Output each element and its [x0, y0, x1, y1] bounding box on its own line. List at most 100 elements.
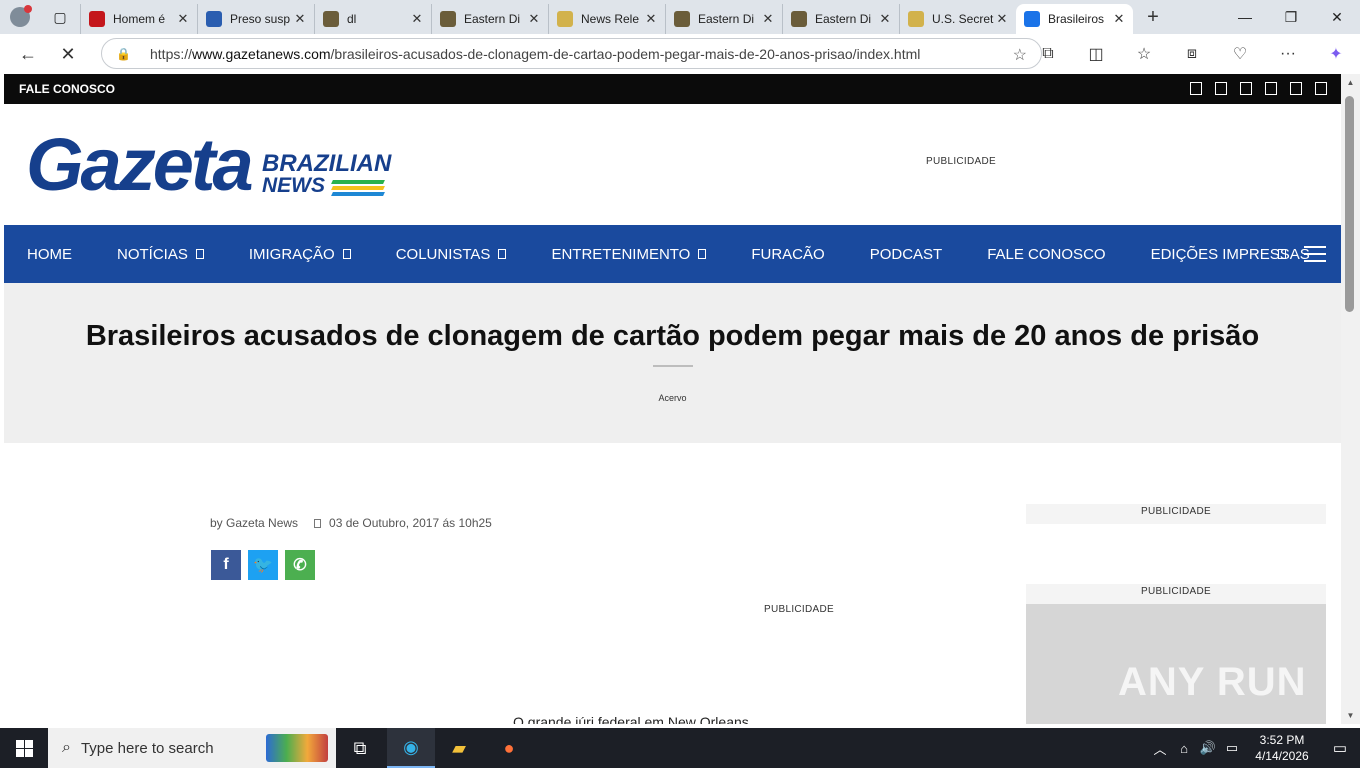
facebook-icon[interactable] [1190, 82, 1202, 95]
browser-tab[interactable]: Eastern Di ✕ [665, 4, 782, 34]
nav-item-home[interactable]: HOME [27, 246, 72, 263]
tab-close-icon[interactable]: ✕ [877, 11, 893, 27]
header-ad-label: PUBLICIDADE [926, 156, 996, 167]
inline-ad-label: PUBLICIDADE [764, 604, 834, 615]
tab-list: Homem é ✕ Preso susp ✕ dl ✕ Eastern Di ✕ News Re… [80, 0, 1133, 34]
tab-actions-button[interactable]: ▢ [40, 0, 80, 34]
title-divider [653, 365, 693, 367]
display-icon[interactable]: ▭ [1220, 740, 1244, 756]
nav-item-notícias[interactable]: NOTÍCIAS [117, 246, 204, 263]
browser-tab[interactable]: Homem é ✕ [80, 4, 197, 34]
tab-close-icon[interactable]: ✕ [643, 11, 659, 27]
article-date: 03 de Outubro, 2017 ás 10h25 [329, 516, 492, 530]
doj-seal-icon [674, 11, 690, 27]
browser-tab[interactable]: U.S. Secret ✕ [899, 4, 1016, 34]
browser-tab[interactable]: Brasileiros ✕ [1016, 4, 1133, 34]
hamburger-menu-icon[interactable] [1304, 246, 1326, 262]
taskbar-search[interactable]: ⌕ Type here to search [48, 728, 336, 768]
firefox-button[interactable]: ● [485, 728, 533, 768]
scrollbar-thumb[interactable] [1345, 96, 1354, 312]
nav-item-podcast[interactable]: PODCAST [870, 246, 943, 263]
restore-icon: ❐ [1284, 8, 1298, 25]
nav-item-entretenimento[interactable]: ENTRETENIMENTO [551, 245, 707, 263]
task-view-button[interactable]: ⧉ [336, 728, 384, 768]
scroll-down-icon[interactable]: ▼ [1341, 711, 1360, 720]
firefox-icon: ● [503, 737, 515, 758]
browser-tab[interactable]: dl ✕ [314, 4, 431, 34]
favorites-button[interactable]: ☆ [1120, 44, 1168, 64]
tab-title: News Rele [581, 12, 640, 26]
logo-main-text: Gazeta [26, 123, 254, 206]
restore-button[interactable]: ❐ [1268, 0, 1314, 34]
star-badge-icon [908, 11, 924, 27]
copilot-icon: ✦ [1329, 46, 1343, 63]
chevron-up-icon[interactable]: ︿ [1148, 739, 1172, 758]
browser-tab[interactable]: Eastern Di ✕ [782, 4, 899, 34]
browser-tab[interactable]: News Rele ✕ [548, 4, 665, 34]
collections-button[interactable]: ⧈ [1168, 45, 1216, 63]
edge-icon: ◉ [403, 736, 419, 757]
nav-item-fale-conosco[interactable]: FALE CONOSCO [987, 246, 1105, 263]
network-icon[interactable]: ⌂ [1172, 741, 1196, 756]
minimize-button[interactable]: — [1222, 0, 1268, 34]
twitter-icon[interactable] [1215, 82, 1227, 95]
tab-title: dl [347, 12, 357, 26]
volume-icon[interactable]: 🔊 [1196, 740, 1220, 756]
whatsapp-icon[interactable] [1315, 82, 1327, 95]
edge-taskbar-button[interactable]: ◉ [387, 728, 435, 768]
share-twitter-button[interactable]: 🐦 [248, 550, 278, 580]
settings-menu-button[interactable]: ··· [1264, 45, 1312, 63]
new-tab-button[interactable]: + [1133, 6, 1173, 29]
address-bar[interactable]: 🔒 https://www.gazetanews.com/brasileiros… [101, 38, 1042, 69]
linkedin-icon[interactable] [1290, 82, 1302, 95]
file-explorer-button[interactable]: ▰ [435, 728, 483, 768]
nav-item-colunistas[interactable]: COLUNISTAS [396, 246, 507, 263]
article-category[interactable]: Acervo [4, 393, 1341, 403]
tab-close-icon[interactable]: ✕ [1111, 11, 1127, 27]
notifications-icon[interactable]: ▭ [1320, 739, 1360, 757]
copilot-button[interactable]: ✦ [1312, 44, 1360, 64]
whatsapp-icon: ✆ [293, 557, 307, 574]
tab-close-icon[interactable]: ✕ [526, 11, 542, 27]
browser-essentials-button[interactable]: ♡ [1216, 44, 1264, 64]
tab-title: Homem é [113, 12, 166, 26]
clock-time: 3:52 PM [1259, 733, 1305, 747]
back-button[interactable]: ← [8, 34, 48, 74]
close-window-button[interactable]: ✕ [1314, 0, 1360, 34]
extensions-button[interactable]: ⧉ [1024, 45, 1072, 63]
scroll-up-icon[interactable]: ▲ [1341, 78, 1360, 87]
nav-item-furacão[interactable]: FURACÃO [751, 246, 824, 263]
heart-pulse-icon: ♡ [1232, 46, 1248, 63]
tab-close-icon[interactable]: ✕ [175, 11, 191, 27]
share-facebook-button[interactable]: f [211, 550, 241, 580]
tab-close-icon[interactable]: ✕ [994, 11, 1010, 27]
sidebar-ad-box[interactable]: ANY RUN [1026, 604, 1326, 724]
nav-item-label: ENTRETENIMENTO [551, 245, 691, 263]
split-screen-icon: ◫ [1088, 46, 1104, 63]
search-icon: ⌕ [62, 739, 71, 756]
windows-taskbar: ⌕ Type here to search ⧉ ◉ ▰ ● ︿ ⌂ 🔊 ▭ 3:… [0, 728, 1360, 768]
tab-close-icon[interactable]: ✕ [292, 11, 308, 27]
dropdown-caret-icon [698, 249, 707, 259]
site-info-icon[interactable]: 🔒 [116, 47, 131, 61]
page-scrollbar[interactable]: ▲ ▼ [1341, 74, 1360, 724]
instagram-icon[interactable] [1240, 82, 1252, 95]
nav-item-imigração[interactable]: IMIGRAÇÃO [249, 246, 351, 263]
web-page: FALE CONOSCO Gazeta BRAZILIAN NEWS PUBLI… [4, 74, 1341, 724]
start-button[interactable] [0, 728, 48, 768]
system-clock[interactable]: 3:52 PM 4/14/2026 [1244, 732, 1320, 764]
youtube-icon[interactable] [1265, 82, 1277, 95]
profile-button[interactable] [0, 0, 40, 34]
site-logo[interactable]: Gazeta BRAZILIAN NEWS [26, 123, 391, 206]
browser-tab[interactable]: Preso susp ✕ [197, 4, 314, 34]
dropdown-caret-icon[interactable] [1278, 249, 1286, 259]
tab-close-icon[interactable]: ✕ [409, 11, 425, 27]
stop-loading-button[interactable]: ✕ [48, 34, 88, 74]
share-whatsapp-button[interactable]: ✆ [285, 550, 315, 580]
tab-close-icon[interactable]: ✕ [760, 11, 776, 27]
stop-icon: ✕ [60, 43, 76, 64]
topbar-contact-link[interactable]: FALE CONOSCO [19, 82, 115, 96]
split-screen-button[interactable]: ◫ [1072, 44, 1120, 64]
tab-title: Eastern Di [464, 12, 521, 26]
browser-tab[interactable]: Eastern Di ✕ [431, 4, 548, 34]
